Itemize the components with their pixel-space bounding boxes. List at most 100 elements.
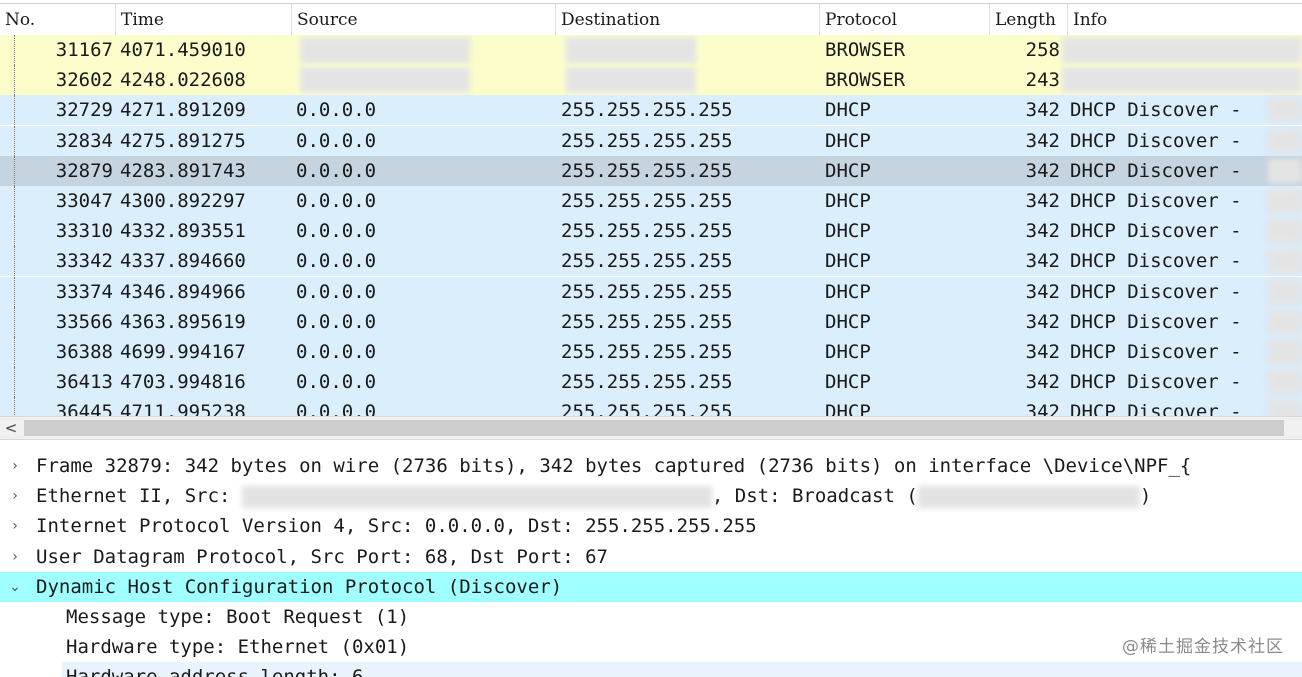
cell-protocol: DHCP (825, 280, 871, 303)
cell-time: 4703.994816 (120, 371, 246, 394)
cell-source: 0.0.0.0 (296, 129, 377, 152)
cell-time: 4283.891743 (120, 159, 246, 182)
packet-list-pane[interactable]: No. Time Source Destination Protocol Len… (0, 0, 1302, 416)
column-header-source[interactable]: Source (292, 4, 556, 36)
redacted-region (300, 67, 470, 94)
packet-row[interactable]: 31167 4071.459010 BROWSER 258 (0, 35, 1302, 65)
chevron-right-icon[interactable]: › (6, 481, 24, 511)
packet-rows: 31167 4071.459010 BROWSER 258 32602 4248.0226… (0, 35, 1302, 416)
cell-time: 4275.891275 (120, 129, 246, 152)
cell-protocol: DHCP (825, 99, 871, 122)
cell-length: 342 (1025, 159, 1060, 182)
chevron-right-icon[interactable]: › (6, 542, 24, 572)
cell-source: 0.0.0.0 (296, 401, 377, 416)
redacted-region (566, 67, 696, 94)
redacted-region (300, 37, 470, 63)
cell-destination: 255.255.255.255 (561, 129, 733, 152)
cell-source: 0.0.0.0 (296, 220, 377, 243)
redacted-region (1062, 67, 1302, 94)
dhcp-field-label: Hardware type: Ethernet (0x01) (66, 636, 410, 659)
column-header-no[interactable]: No. (0, 4, 116, 36)
redacted-region (1268, 400, 1302, 416)
column-header-destination[interactable]: Destination (556, 4, 820, 36)
packet-row[interactable]: 33566 4363.895619 0.0.0.0 255.255.255.255 DH… (0, 306, 1302, 337)
redacted-region (1268, 98, 1302, 123)
cell-protocol: DHCP (825, 310, 871, 333)
chevron-right-icon[interactable]: › (6, 511, 24, 541)
redacted-region (1268, 189, 1302, 213)
redacted-region (1268, 249, 1302, 274)
tree-item-label: Internet Protocol Version 4, Src: 0.0.0.… (36, 515, 757, 538)
cell-no: 36388 (55, 341, 113, 363)
scrollbar-thumb[interactable] (24, 420, 1284, 436)
cell-protocol: BROWSER (825, 69, 906, 92)
cell-length: 342 (1025, 310, 1060, 333)
cell-destination: 255.255.255.255 (561, 401, 733, 416)
cell-protocol: DHCP (825, 220, 871, 243)
column-header-info[interactable]: Info (1068, 4, 1302, 36)
cell-protocol: DHCP (825, 371, 871, 394)
cell-no: 32602 (55, 69, 113, 92)
ethernet-tree-item[interactable]: › Ethernet II, Src: , Dst: Broadcast () (0, 481, 1302, 511)
cell-length: 243 (1025, 69, 1060, 92)
horizontal-scrollbar[interactable]: < (0, 416, 1302, 440)
dhcp-field-item[interactable]: Message type: Boot Request (1) (0, 602, 1302, 632)
cell-length: 342 (1025, 280, 1060, 303)
redacted-region (1062, 37, 1302, 63)
cell-no: 32729 (55, 99, 113, 122)
packet-row[interactable]: 32834 4275.891275 0.0.0.0 255.255.255.255 DH… (0, 125, 1302, 156)
cell-source: 0.0.0.0 (296, 310, 377, 333)
cell-source: 0.0.0.0 (296, 99, 377, 122)
scroll-left-arrow-icon[interactable]: < (0, 417, 22, 439)
cell-source: 0.0.0.0 (296, 341, 377, 363)
cell-no: 33047 (55, 190, 113, 212)
watermark: @稀土掘金技术社区 (1122, 637, 1284, 657)
packet-row[interactable]: 36445 4711.995238 0.0.0.0 255.255.255.255 DH… (0, 397, 1302, 416)
cell-time: 4346.894966 (120, 280, 246, 303)
packet-row[interactable]: 33047 4300.892297 0.0.0.0 255.255.255.255 DH… (0, 186, 1302, 216)
packet-row[interactable]: 32729 4271.891209 0.0.0.0 255.255.255.255 DH… (0, 95, 1302, 126)
frame-tree-item[interactable]: › Frame 32879: 342 bytes on wire (2736 bi… (0, 451, 1302, 481)
cell-length: 342 (1025, 129, 1060, 152)
packet-row[interactable]: 32602 4248.022608 BROWSER 243 (0, 65, 1302, 96)
cell-source: 0.0.0.0 (296, 371, 377, 394)
packet-row[interactable]: 33374 4346.894966 0.0.0.0 255.255.255.255 DH… (0, 276, 1302, 307)
packet-row[interactable]: 36388 4699.994167 0.0.0.0 255.255.255.255 DH… (0, 337, 1302, 367)
redacted-region (566, 37, 696, 63)
ethernet-close-paren: ) (1139, 485, 1152, 508)
dhcp-tree-item[interactable]: ⌄ Dynamic Host Configuration Protocol (Di… (0, 571, 1302, 602)
cell-no: 33566 (55, 310, 113, 333)
cell-source: 0.0.0.0 (296, 190, 377, 212)
redacted-region (917, 485, 1140, 508)
ipv4-tree-item[interactable]: › Internet Protocol Version 4, Src: 0.0.0… (0, 511, 1302, 541)
cell-destination: 255.255.255.255 (561, 99, 733, 122)
chevron-down-icon[interactable]: ⌄ (6, 572, 24, 602)
cell-time: 4337.894660 (120, 250, 246, 273)
column-header-time[interactable]: Time (116, 4, 292, 36)
udp-tree-item[interactable]: › User Datagram Protocol, Src Port: 68, D… (0, 542, 1302, 572)
cell-no: 33374 (55, 280, 113, 303)
column-header-protocol[interactable]: Protocol (820, 4, 990, 36)
cell-length: 342 (1025, 371, 1060, 394)
packet-details-pane[interactable]: › Frame 32879: 342 bytes on wire (2736 bi… (0, 451, 1302, 677)
packet-row[interactable]: 33310 4332.893551 0.0.0.0 255.255.255.255 DH… (0, 216, 1302, 247)
dhcp-field-item[interactable]: Hardware type: Ethernet (0x01) (0, 632, 1302, 662)
cell-destination: 255.255.255.255 (561, 220, 733, 243)
packet-row-selected[interactable]: 32879 4283.891743 0.0.0.0 255.255.255.255 DH… (0, 155, 1302, 186)
cell-protocol: DHCP (825, 341, 871, 363)
cell-length: 342 (1025, 341, 1060, 363)
cell-no: 31167 (55, 39, 113, 61)
cell-destination: 255.255.255.255 (561, 371, 733, 394)
tree-item-label: Dynamic Host Configuration Protocol (Dis… (36, 575, 563, 598)
tree-item-label: User Datagram Protocol, Src Port: 68, Ds… (36, 545, 608, 568)
cell-no: 33342 (55, 250, 113, 273)
packet-row[interactable]: 36413 4703.994816 0.0.0.0 255.255.255.255 DH… (0, 367, 1302, 398)
dhcp-field-item[interactable]: Hardware address length: 6 (62, 662, 1302, 677)
cell-time: 4300.892297 (120, 190, 246, 212)
cell-protocol: BROWSER (825, 39, 906, 61)
column-header-length[interactable]: Length (990, 4, 1068, 36)
cell-length: 342 (1025, 190, 1060, 212)
packet-row[interactable]: 33342 4337.894660 0.0.0.0 255.255.255.255 DH… (0, 246, 1302, 277)
chevron-right-icon[interactable]: › (6, 451, 24, 481)
cell-time: 4071.459010 (120, 39, 246, 61)
